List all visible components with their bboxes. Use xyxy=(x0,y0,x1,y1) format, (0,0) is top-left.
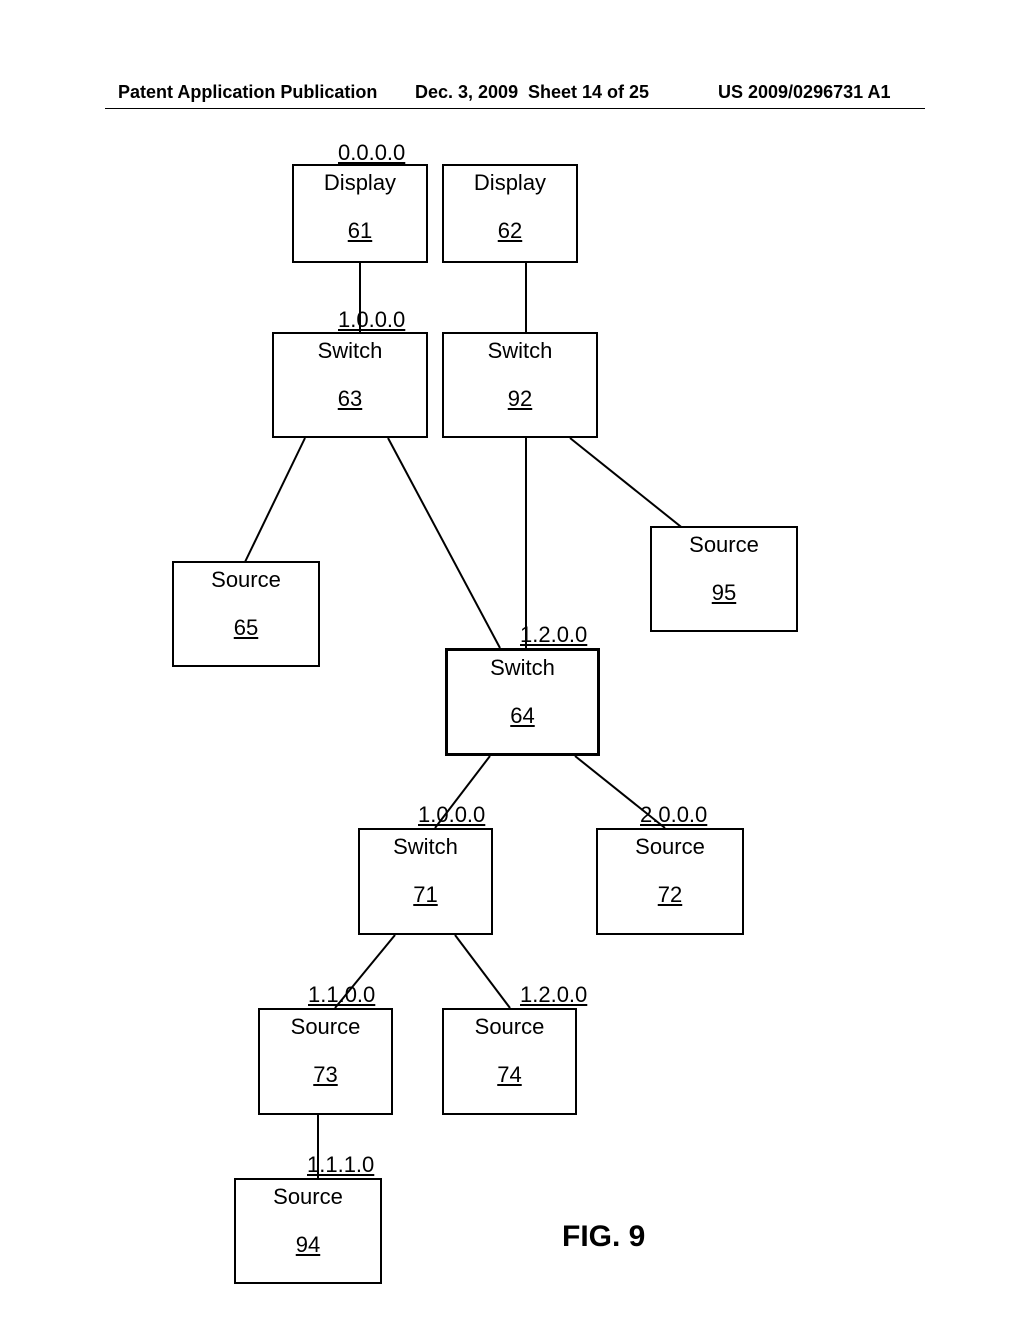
node-num: 95 xyxy=(652,558,796,606)
node-num: 64 xyxy=(448,681,597,729)
node-type: Source xyxy=(444,1010,575,1040)
node-num: 61 xyxy=(294,196,426,244)
addr-74: 1.2.0.0 xyxy=(520,982,587,1008)
node-num: 92 xyxy=(444,364,596,412)
node-source-74: Source 74 xyxy=(442,1008,577,1115)
node-type: Source xyxy=(598,830,742,860)
addr-61: 0.0.0.0 xyxy=(338,140,405,166)
node-type: Display xyxy=(294,166,426,196)
node-type: Source xyxy=(260,1010,391,1040)
node-type: Source xyxy=(652,528,796,558)
node-source-73: Source 73 xyxy=(258,1008,393,1115)
addr-63: 1.0.0.0 xyxy=(338,307,405,333)
node-switch-64: Switch 64 xyxy=(445,648,600,756)
node-source-65: Source 65 xyxy=(172,561,320,667)
node-num: 63 xyxy=(274,364,426,412)
node-type: Switch xyxy=(448,651,597,681)
node-type: Source xyxy=(174,563,318,593)
node-switch-63: Switch 63 xyxy=(272,332,428,438)
node-display-62: Display 62 xyxy=(442,164,578,263)
node-num: 65 xyxy=(174,593,318,641)
addr-71: 1.0.0.0 xyxy=(418,802,485,828)
node-display-61: Display 61 xyxy=(292,164,428,263)
node-num: 62 xyxy=(444,196,576,244)
node-type: Switch xyxy=(444,334,596,364)
node-source-94: Source 94 xyxy=(234,1178,382,1284)
node-num: 73 xyxy=(260,1040,391,1088)
addr-64: 1.2.0.0 xyxy=(520,622,587,648)
node-type: Display xyxy=(444,166,576,196)
node-switch-92: Switch 92 xyxy=(442,332,598,438)
node-num: 74 xyxy=(444,1040,575,1088)
node-num: 72 xyxy=(598,860,742,908)
addr-94: 1.1.1.0 xyxy=(307,1152,374,1178)
node-type: Source xyxy=(236,1180,380,1210)
addr-73: 1.1.0.0 xyxy=(308,982,375,1008)
node-source-72: Source 72 xyxy=(596,828,744,935)
node-num: 71 xyxy=(360,860,491,908)
node-switch-71: Switch 71 xyxy=(358,828,493,935)
node-type: Switch xyxy=(360,830,491,860)
node-source-95: Source 95 xyxy=(650,526,798,632)
node-num: 94 xyxy=(236,1210,380,1258)
figure-label: FIG. 9 xyxy=(562,1220,645,1254)
addr-72: 2.0.0.0 xyxy=(640,802,707,828)
node-type: Switch xyxy=(274,334,426,364)
